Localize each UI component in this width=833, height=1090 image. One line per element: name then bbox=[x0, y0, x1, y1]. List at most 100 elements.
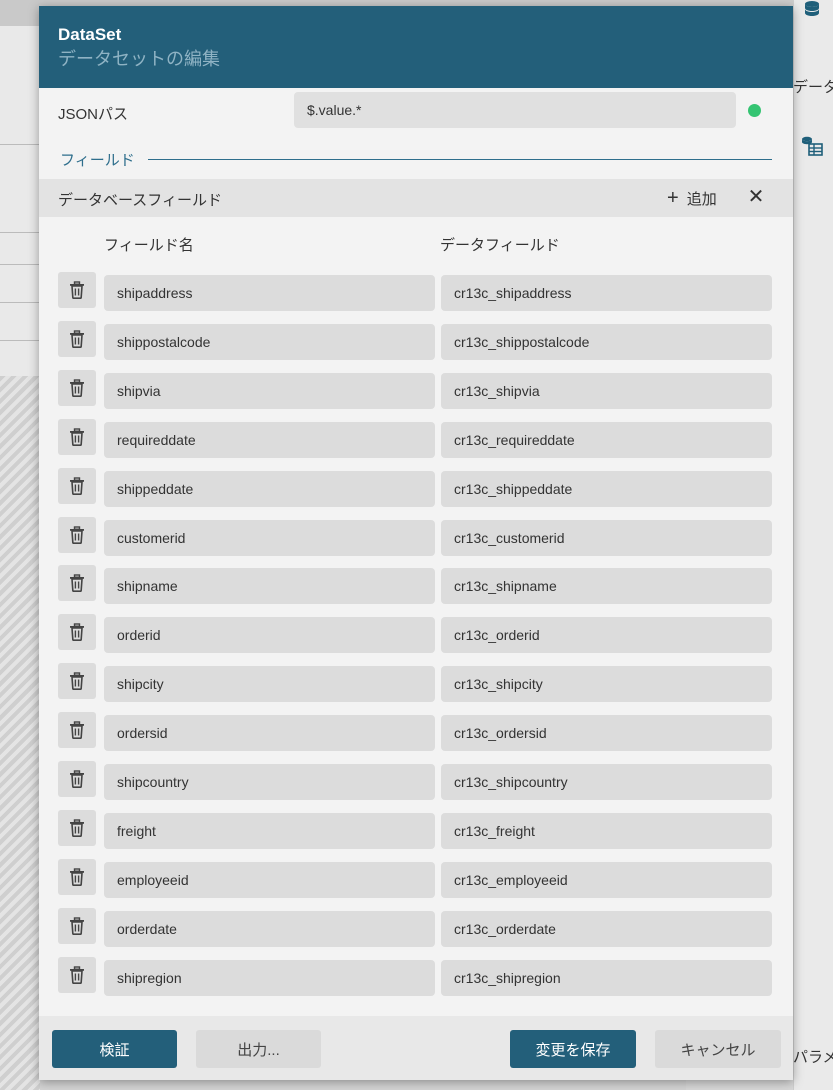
json-path-label: JSONパス bbox=[58, 106, 129, 123]
divider bbox=[0, 232, 40, 233]
delete-row-button[interactable] bbox=[58, 565, 96, 602]
left-panel-background bbox=[0, 26, 40, 376]
field-name-input[interactable] bbox=[104, 861, 435, 898]
trash-icon bbox=[69, 819, 85, 837]
delete-row-button[interactable] bbox=[58, 907, 96, 944]
delete-row-button[interactable] bbox=[58, 418, 96, 455]
delete-row-button[interactable] bbox=[58, 369, 96, 406]
cancel-button[interactable]: キャンセル bbox=[655, 1030, 781, 1068]
delete-row-button[interactable] bbox=[58, 614, 96, 651]
divider bbox=[0, 302, 40, 303]
data-field-input[interactable] bbox=[441, 812, 772, 849]
column-header-data-field: データフィールド bbox=[440, 237, 560, 254]
field-name-input[interactable] bbox=[104, 323, 435, 360]
table-row bbox=[39, 761, 793, 800]
data-field-input[interactable] bbox=[441, 617, 772, 654]
right-side-panel bbox=[793, 0, 833, 1090]
data-field-input[interactable] bbox=[441, 275, 772, 311]
data-field-input[interactable] bbox=[441, 568, 772, 605]
trash-icon bbox=[69, 770, 85, 788]
table-row bbox=[39, 467, 793, 507]
data-field-input[interactable] bbox=[441, 519, 772, 556]
delete-row-button[interactable] bbox=[58, 320, 96, 357]
field-name-input[interactable] bbox=[104, 812, 435, 849]
json-path-row: JSONパス bbox=[39, 88, 793, 138]
field-name-input[interactable] bbox=[104, 666, 435, 703]
data-field-input[interactable] bbox=[441, 470, 772, 507]
status-indicator bbox=[748, 104, 761, 117]
delete-row-button[interactable] bbox=[58, 712, 96, 749]
dialog-subtitle: データセットの編集 bbox=[58, 49, 220, 69]
save-changes-button[interactable]: 変更を保存 bbox=[510, 1030, 636, 1068]
field-name-input[interactable] bbox=[104, 715, 435, 752]
database-fields-title: データベースフィールド bbox=[58, 192, 222, 209]
trash-icon bbox=[69, 330, 85, 348]
output-button[interactable]: 出力... bbox=[196, 1030, 321, 1068]
validate-button[interactable]: 検証 bbox=[52, 1030, 177, 1068]
plus-icon: + bbox=[667, 187, 679, 209]
design-canvas-hatch bbox=[0, 376, 40, 1090]
table-row bbox=[39, 956, 793, 996]
data-field-input[interactable] bbox=[441, 372, 772, 409]
data-field-input[interactable] bbox=[441, 323, 772, 360]
delete-row-button[interactable] bbox=[58, 761, 96, 797]
add-field-button[interactable]: + 追加 bbox=[667, 187, 717, 209]
divider bbox=[0, 264, 40, 265]
dialog-footer: 検証 出力... 変更を保存 キャンセル bbox=[39, 1016, 793, 1080]
table-row bbox=[39, 418, 793, 458]
side-label-data[interactable]: データ bbox=[793, 76, 833, 97]
close-icon[interactable]: ✕ bbox=[745, 186, 767, 208]
field-name-input[interactable] bbox=[104, 372, 435, 409]
database-fields-bar: データベースフィールド + 追加 ✕ bbox=[39, 179, 793, 217]
divider bbox=[0, 340, 40, 341]
field-name-input[interactable] bbox=[104, 568, 435, 605]
trash-icon bbox=[69, 427, 85, 446]
field-name-input[interactable] bbox=[104, 910, 435, 947]
delete-row-button[interactable] bbox=[58, 809, 96, 846]
delete-row-button[interactable] bbox=[58, 467, 96, 504]
delete-row-button[interactable] bbox=[58, 663, 96, 700]
table-row bbox=[39, 320, 793, 360]
dataset-dialog: DataSet データセットの編集 JSONパス フィールド データベースフィー… bbox=[39, 6, 793, 1080]
side-label-params[interactable]: パラメ bbox=[793, 1046, 833, 1067]
trash-icon bbox=[69, 379, 85, 397]
dataset-table-icon[interactable] bbox=[799, 135, 825, 157]
table-row bbox=[39, 712, 793, 752]
data-field-input[interactable] bbox=[441, 715, 772, 752]
fields-section-title: フィールド bbox=[60, 152, 135, 169]
data-field-input[interactable] bbox=[441, 666, 772, 703]
data-field-input[interactable] bbox=[441, 861, 772, 898]
divider bbox=[0, 144, 40, 145]
data-field-input[interactable] bbox=[441, 421, 772, 458]
delete-row-button[interactable] bbox=[58, 272, 96, 308]
trash-icon bbox=[69, 281, 85, 299]
dialog-title: DataSet bbox=[58, 25, 122, 44]
field-name-input[interactable] bbox=[104, 617, 435, 654]
delete-row-button[interactable] bbox=[58, 858, 96, 895]
table-row bbox=[39, 565, 793, 605]
database-icon[interactable] bbox=[799, 0, 825, 22]
add-field-label: 追加 bbox=[686, 190, 717, 208]
delete-row-button[interactable] bbox=[58, 516, 96, 553]
table-row bbox=[39, 907, 793, 947]
json-path-input[interactable] bbox=[294, 92, 736, 128]
trash-icon bbox=[69, 476, 85, 495]
data-field-input[interactable] bbox=[441, 764, 772, 800]
field-name-input[interactable] bbox=[104, 764, 435, 800]
section-divider bbox=[148, 159, 772, 160]
table-row bbox=[39, 858, 793, 898]
field-name-input[interactable] bbox=[104, 519, 435, 556]
trash-icon bbox=[69, 868, 85, 886]
delete-row-button[interactable] bbox=[58, 956, 96, 993]
trash-icon bbox=[69, 721, 85, 740]
field-name-input[interactable] bbox=[104, 275, 435, 311]
field-name-input[interactable] bbox=[104, 421, 435, 458]
field-name-input[interactable] bbox=[104, 470, 435, 507]
data-field-input[interactable] bbox=[441, 910, 772, 947]
table-row bbox=[39, 272, 793, 311]
field-name-input[interactable] bbox=[104, 959, 435, 996]
table-row bbox=[39, 663, 793, 703]
table-row bbox=[39, 614, 793, 654]
data-field-input[interactable] bbox=[441, 959, 772, 996]
table-row bbox=[39, 809, 793, 849]
